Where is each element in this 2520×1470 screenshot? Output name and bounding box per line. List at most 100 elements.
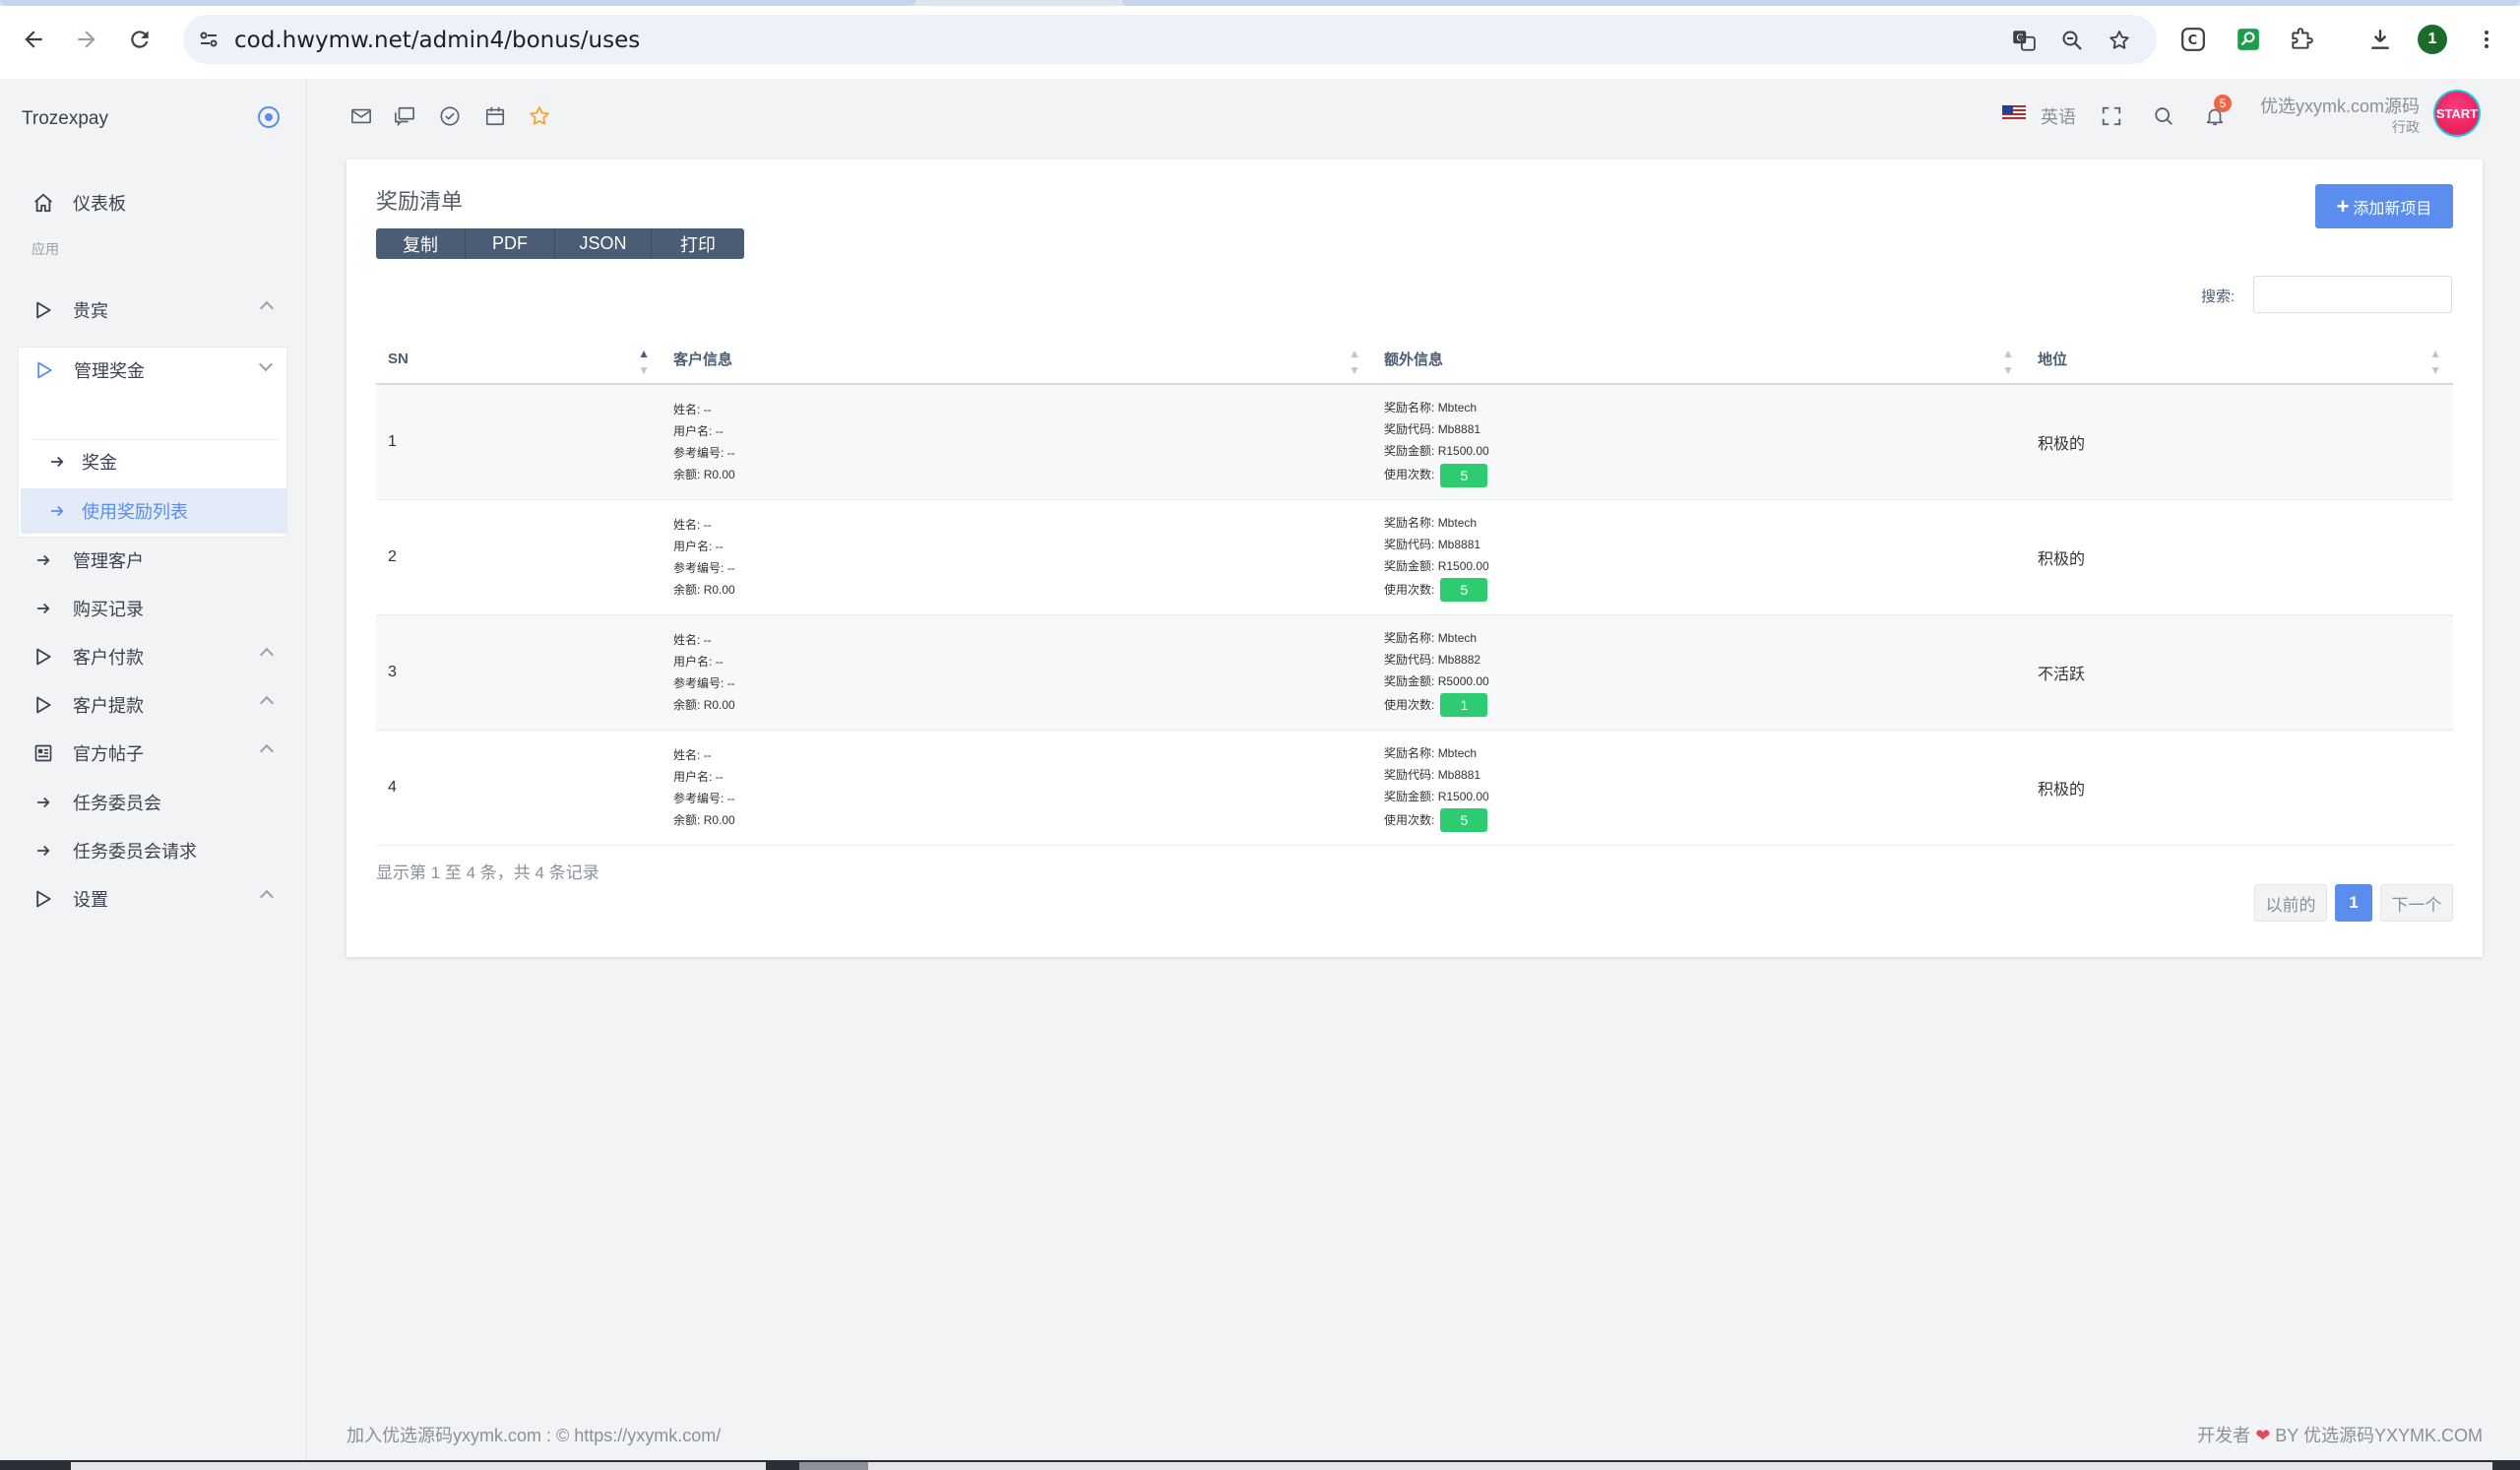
check-circle-icon[interactable] [437,103,463,129]
customer-balance: 余额: R0.00 [673,694,1372,716]
heart-icon: ❤ [2255,1426,2271,1445]
customer-ref: 参考编号: -- [673,557,1372,579]
play-icon [24,647,63,667]
pagination-next-button[interactable]: 下一个 [2380,884,2453,922]
plus-icon: + [2336,193,2350,219]
bonus-amount: 奖励金额: R5000.00 [1384,671,2026,692]
translate-icon[interactable]: G [2011,28,2037,53]
bonus-amount: 奖励金额: R1500.00 [1384,440,2026,462]
column-header-customer-info[interactable]: 客户信息 ▲ ▼ [662,335,1372,385]
forward-icon[interactable] [69,22,104,57]
cell-extra-info: 奖励名称: Mbtech 奖励代码: Mb8882 奖励金额: R5000.00… [1372,614,2026,731]
column-header-label: 地位 [2038,352,2068,368]
cell-customer-info: 姓名: -- 用户名: -- 参考编号: -- 余额: R0.00 [662,384,1372,500]
info-value: Mbtech [1437,515,1478,530]
taskbar-item[interactable] [71,1462,766,1470]
customer-ref: 参考编号: -- [673,788,1372,809]
sidebar-item-manage-bonus[interactable]: 管理奖金 [18,347,287,392]
extension-search-icon[interactable] [2233,24,2264,55]
profile-avatar[interactable]: 1 [2418,25,2447,54]
browser-menu-icon[interactable] [2471,24,2502,55]
pagination-page-button[interactable]: 1 [2335,884,2372,922]
zoom-icon[interactable] [2059,28,2085,53]
search-icon[interactable] [2151,103,2176,129]
taskbar-item[interactable] [868,1462,2492,1470]
column-header-status[interactable]: 地位 ▲ ▼ [2026,335,2453,385]
copy-button[interactable]: 复制 [376,228,466,259]
json-button[interactable]: JSON [555,228,652,259]
uses-count-badge: 5 [1440,808,1488,833]
sidebar-toggle-icon[interactable] [258,106,280,128]
sidebar-item-task-commission-requests[interactable]: 任务委员会请求 [18,828,287,873]
sidebar-item-purchases[interactable]: 购买记录 [18,586,287,631]
column-header-extra-info[interactable]: 额外信息 ▲ ▼ [1372,335,2026,385]
chevron-up-icon [259,743,275,759]
pagination-prev-button[interactable]: 以前的 [2254,884,2327,922]
cell-sn: 3 [376,614,662,731]
info-label: 奖励名称: [1384,400,1435,415]
back-icon[interactable] [16,22,51,57]
url-text[interactable]: cod.hwymw.net/admin4/bonus/uses [234,28,640,53]
extension-c-icon[interactable]: C [2177,24,2209,55]
column-header-sn[interactable]: SN ▲ ▼ [376,335,662,385]
sort-asc-icon: ▲ [1349,347,1360,360]
taskbar-item[interactable] [799,1462,868,1470]
bonus-name: 奖励名称: Mbtech [1384,742,2026,764]
sidebar-item-customer-payments[interactable]: 客户付款 [18,634,287,679]
search-input[interactable] [2253,276,2452,313]
sidebar-item-bonus[interactable]: 奖金 [32,439,286,484]
column-header-label: 额外信息 [1384,352,1444,368]
add-button-label: 添加新项目 [2353,200,2432,218]
customer-name: 姓名: -- [673,399,1372,420]
brand-name[interactable]: Trozexpay [22,108,108,130]
info-value: -- [703,632,712,647]
info-label: 奖励代码: [1384,537,1435,551]
sidebar-item-label: 设置 [73,890,108,910]
sidebar-item-manage-customers[interactable]: 管理客户 [18,538,287,583]
sidebar-item-settings[interactable]: 设置 [18,876,287,922]
calendar-icon[interactable] [482,103,508,129]
chevron-down-icon [258,356,274,372]
sidebar-item-official-posts[interactable]: 官方帖子 [18,731,287,776]
user-name[interactable]: 优选yxymk.com源码 [2254,93,2420,118]
info-label: 参考编号: [673,560,724,575]
sidebar-item-vip[interactable]: 贵宾 [18,288,287,333]
extensions-puzzle-icon[interactable] [2286,24,2317,55]
star-icon[interactable] [527,103,552,129]
sidebar-item-customer-withdrawals[interactable]: 客户提款 [18,682,287,728]
sort-desc-icon: ▼ [2429,363,2441,377]
pdf-button[interactable]: PDF [466,228,555,259]
sidebar-item-label: 客户付款 [73,648,144,668]
mail-icon[interactable] [348,103,374,129]
play-icon [25,360,64,380]
sidebar-item-task-commission[interactable]: 任务委员会 [18,780,287,825]
us-flag-icon[interactable] [2002,105,2026,121]
bonus-amount: 奖励金额: R1500.00 [1384,786,2026,807]
address-bar[interactable]: cod.hwymw.net/admin4/bonus/uses G [183,15,2157,64]
play-icon [24,300,63,320]
arrow-right-icon [24,551,63,569]
reload-icon[interactable] [122,22,158,57]
sort-asc-icon: ▲ [2429,347,2441,360]
customer-name: 姓名: -- [673,744,1372,766]
download-icon[interactable] [2364,24,2396,55]
bookmark-star-icon[interactable] [2107,28,2132,53]
sidebar-item-dashboard[interactable]: 仪表板 [18,180,287,225]
customer-name: 姓名: -- [673,514,1372,536]
bonus-name: 奖励名称: Mbtech [1384,512,2026,534]
language-selector[interactable]: 英语 [2041,103,2076,129]
avatar[interactable]: START [2433,90,2481,137]
footer-copyright: 加入优选源码yxymk.com : © https://yxymk.com/ [346,1426,722,1445]
sidebar-item-bonus-uses[interactable]: 使用奖励列表 [21,488,286,534]
fullscreen-icon[interactable] [2099,103,2124,129]
user-role: 行政 [2392,119,2420,135]
info-value: Mb8881 [1437,537,1481,551]
info-value: R0.00 [703,812,735,827]
chat-icon[interactable] [392,103,417,129]
add-new-item-button[interactable]: + 添加新项目 [2315,184,2453,228]
print-button[interactable]: 打印 [652,228,744,259]
info-label: 姓名: [673,747,701,762]
info-label: 用户名: [673,769,713,784]
bonus-code: 奖励代码: Mb8881 [1384,534,2026,555]
site-info-icon[interactable] [197,28,220,51]
